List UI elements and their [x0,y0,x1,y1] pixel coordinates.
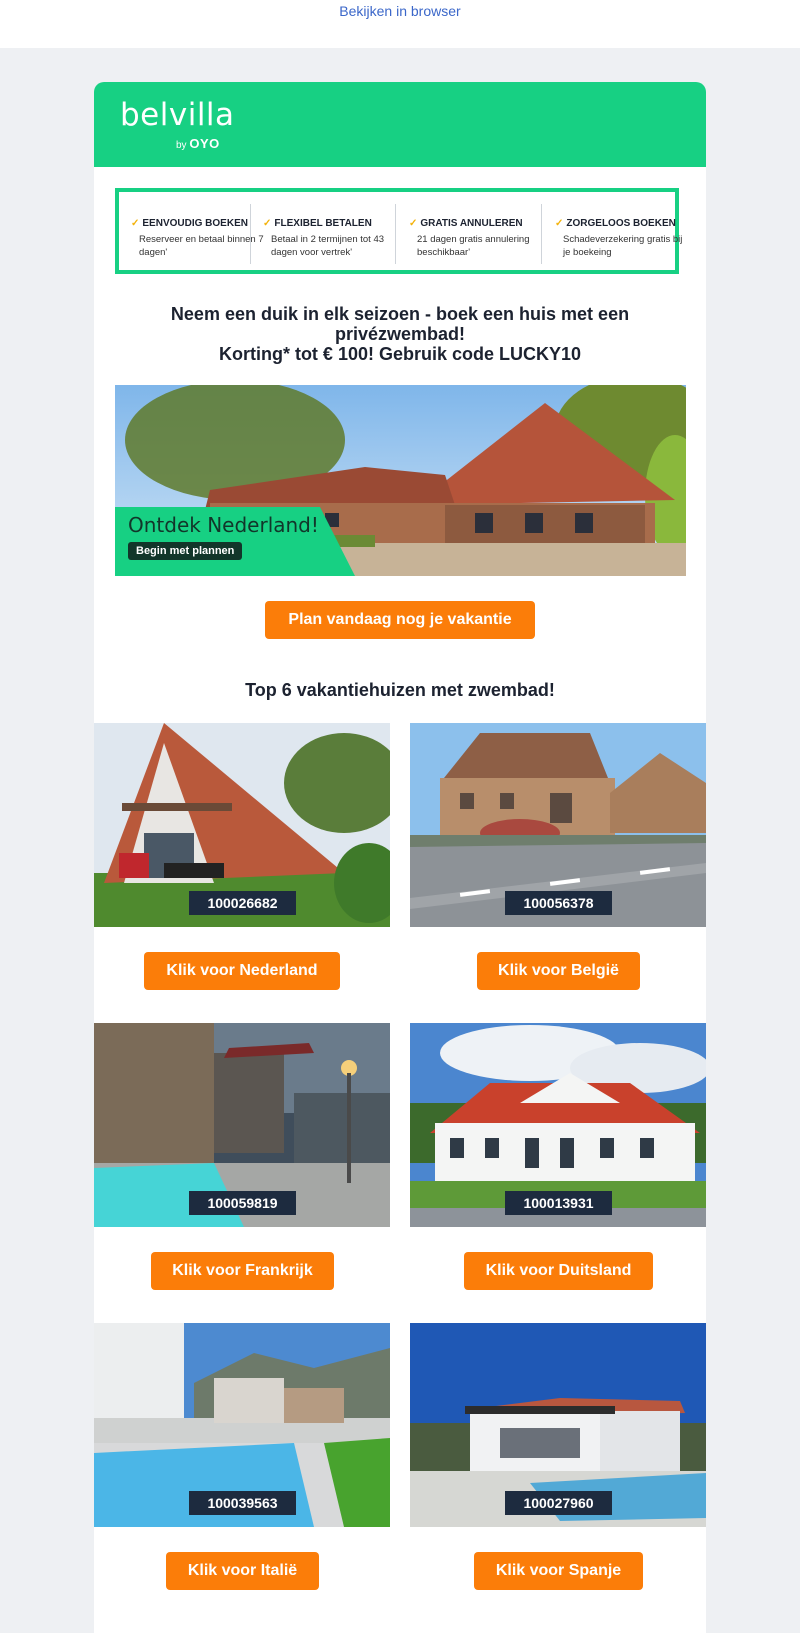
house-card-image[interactable]: 100056378 [410,723,706,927]
view-in-browser-link[interactable]: Bekijken in browser [339,3,460,19]
plan-vacation-button[interactable]: Plan vandaag nog je vakantie [265,601,535,639]
house-card-image[interactable]: 100013931 [410,1023,706,1227]
logo-by-text: by [176,140,187,151]
house-card-image[interactable]: 100026682 [94,723,390,927]
house-code-badge: 100039563 [189,1491,296,1515]
house-code-badge: 100059819 [189,1191,296,1215]
brand-header: belvilla by OYO [94,82,706,167]
house-code-badge: 100026682 [189,891,296,915]
usp-item: ✓ EENVOUDIG BOEKEN Reserveer en betaal bi… [119,192,264,270]
check-icon: ✓ [263,218,272,229]
country-button-italie[interactable]: Klik voor Italië [166,1552,319,1590]
usp-description: Schadeverzekering gratis bij je boekeing [563,234,683,258]
house-code-badge: 100027960 [505,1491,612,1515]
house-code-badge: 100056378 [505,891,612,915]
usp-title: EENVOUDIG BOEKEN [142,218,248,229]
check-icon: ✓ [555,218,564,229]
country-button-belgie[interactable]: Klik voor België [477,952,640,990]
usp-divider [395,204,396,264]
hero-banner[interactable]: Ontdek Nederland! Begin met plannen [115,385,686,576]
usp-item: ✓ ZORGELOOS BOEKEN Schadeverzekering grat… [543,192,683,270]
usp-item: ✓ GRATIS ANNULEREN 21 dagen gratis annule… [397,192,537,270]
usp-description: Betaal in 2 termijnen tot 43 dagen voor … [271,234,385,258]
promo-headline: Neem een duik in elk seizoen - boek een … [134,304,666,364]
usp-description: Reserveer en betaal binnen 7 dagen' [139,234,264,258]
country-button-frankrijk[interactable]: Klik voor Frankrijk [151,1252,334,1290]
check-icon: ✓ [131,218,140,229]
house-card-image[interactable]: 100027960 [410,1323,706,1527]
usp-item: ✓ FLEXIBEL BETALEN Betaal in 2 termijnen … [251,192,391,270]
email-card: belvilla by OYO ✓ EENVOUDIG BOEKEN Reserv… [94,82,706,1633]
country-button-nederland[interactable]: Klik voor Nederland [144,952,340,990]
logo-wordmark: belvilla [120,97,235,133]
country-button-duitsland[interactable]: Klik voor Duitsland [464,1252,653,1290]
section-title: Top 6 vakantiehuizen met zwembad! [245,680,555,700]
usp-title-row: ✓ ZORGELOOS BOEKEN [555,218,676,229]
country-button-spanje[interactable]: Klik voor Spanje [474,1552,643,1590]
usp-title: ZORGELOOS BOEKEN [566,218,676,229]
house-card-image[interactable]: 100059819 [94,1023,390,1227]
logo-parent-brand: OYO [189,136,220,151]
usp-title-row: ✓ EENVOUDIG BOEKEN [131,218,248,229]
usp-title-row: ✓ FLEXIBEL BETALEN [263,218,372,229]
check-icon: ✓ [409,218,418,229]
hero-cta-button[interactable]: Begin met plannen [128,542,243,560]
top-bar: Bekijken in browser [0,0,800,48]
house-code-badge: 100013931 [505,1191,612,1215]
house-card-image[interactable]: 100039563 [94,1323,390,1527]
promo-headline-line1: Neem een duik in elk seizoen - boek een … [170,304,630,344]
usp-title: FLEXIBEL BETALEN [274,218,372,229]
hero-title: Ontdek Nederland! [128,513,319,537]
belvilla-logo[interactable]: belvilla by OYO [120,97,235,152]
logo-byline: by OYO [176,136,220,151]
usp-title-row: ✓ GRATIS ANNULEREN [409,218,523,229]
promo-headline-line2: Korting* tot € 100! Gebruik code LUCKY10 [218,344,582,364]
usp-banner: ✓ EENVOUDIG BOEKEN Reserveer en betaal bi… [115,188,682,274]
usp-divider [541,204,542,264]
usp-title: GRATIS ANNULEREN [420,218,523,229]
usp-description: 21 dagen gratis annulering beschikbaar' [417,234,530,258]
